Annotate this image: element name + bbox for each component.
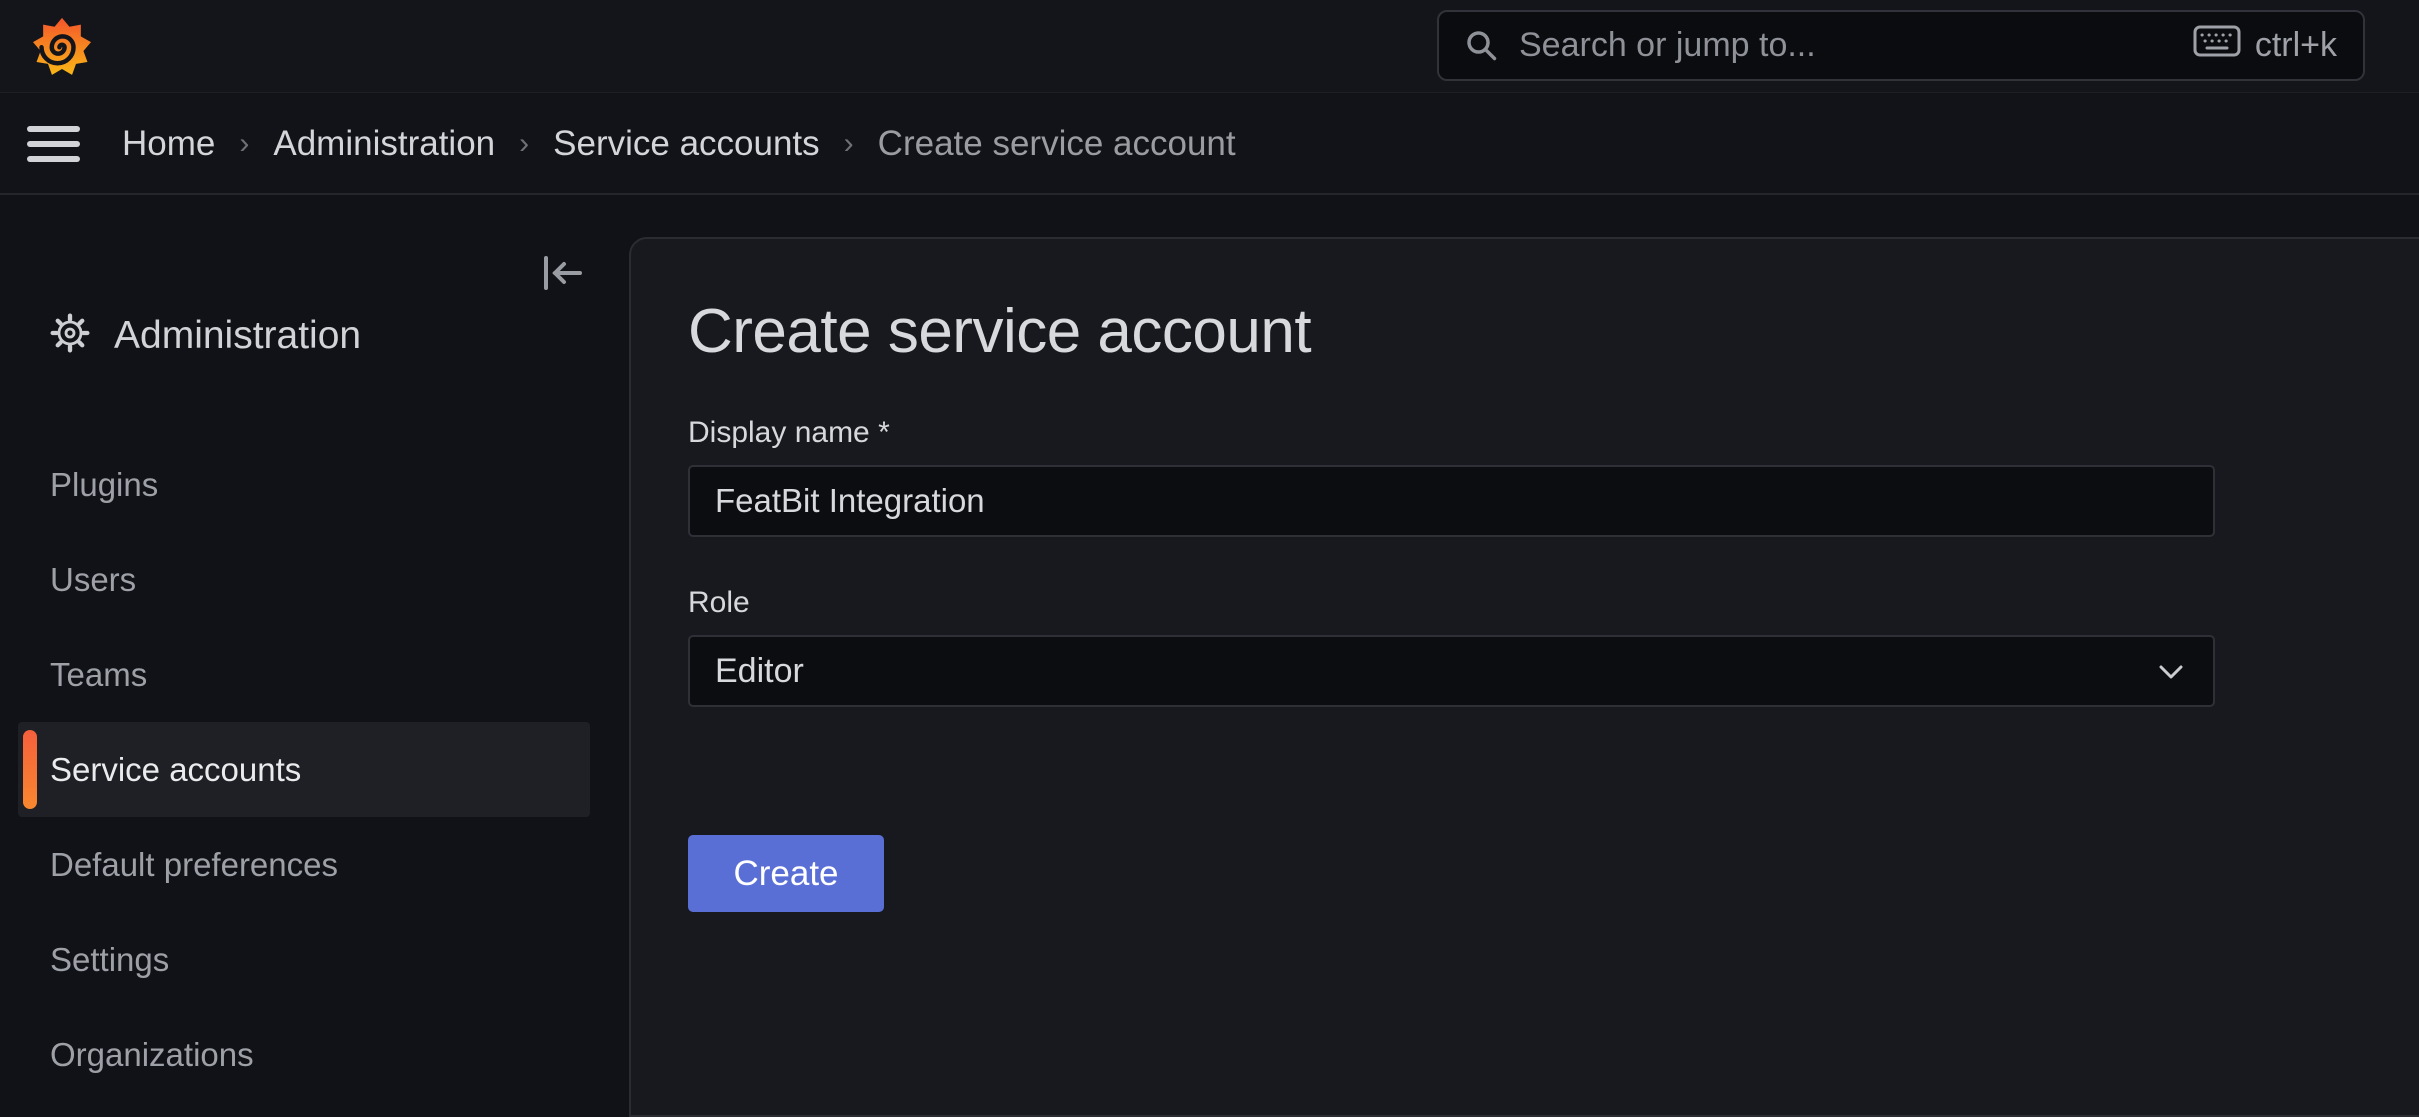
- keyboard-icon: [2193, 22, 2241, 69]
- gear-icon: [50, 313, 90, 358]
- chevron-down-icon: [2157, 652, 2185, 691]
- breadcrumb-service-accounts[interactable]: Service accounts: [553, 124, 820, 163]
- content-panel: Create service account Display name * Ro…: [629, 237, 2419, 1117]
- breadcrumb-separator: ›: [519, 127, 529, 161]
- breadcrumb-separator: ›: [239, 127, 249, 161]
- search-shortcut-label: ctrl+k: [2255, 26, 2337, 65]
- section-nav: Administration Plugins Users Teams Servi…: [0, 197, 629, 1114]
- role-select[interactable]: Editor: [688, 635, 2215, 707]
- sidebar-item-default-preferences[interactable]: Default preferences: [0, 817, 629, 912]
- sidebar-section-administration[interactable]: Administration: [50, 313, 361, 358]
- sidebar-item-plugins[interactable]: Plugins: [0, 437, 629, 532]
- breadcrumb-current-page: Create service account: [878, 124, 1236, 164]
- search-icon: [1465, 29, 1499, 63]
- breadcrumb-home[interactable]: Home: [122, 124, 215, 163]
- page-body: Administration Plugins Users Teams Servi…: [0, 197, 2419, 1114]
- menu-toggle-button[interactable]: [27, 120, 80, 168]
- create-service-account-form: Display name * Role Editor Create: [688, 416, 2215, 912]
- breadcrumb-bar: Home › Administration › Service accounts…: [0, 94, 2419, 195]
- role-select-value: Editor: [715, 652, 804, 691]
- sidebar-nav-list: Plugins Users Teams Service accounts Def…: [0, 437, 629, 1102]
- create-button[interactable]: Create: [688, 835, 884, 912]
- breadcrumb-administration[interactable]: Administration: [273, 124, 495, 163]
- page-title: Create service account: [688, 296, 2419, 367]
- breadcrumb: Home › Administration › Service accounts…: [122, 124, 1236, 164]
- role-label: Role: [688, 586, 2215, 620]
- sidebar-item-service-accounts[interactable]: Service accounts: [18, 722, 590, 817]
- grafana-app: Search or jump to... ctrl+k: [0, 0, 2419, 1114]
- search-input[interactable]: Search or jump to... ctrl+k: [1437, 10, 2365, 81]
- sidebar-section-label: Administration: [114, 314, 361, 358]
- grafana-logo-icon[interactable]: [30, 13, 94, 79]
- top-bar: Search or jump to... ctrl+k: [0, 0, 2419, 93]
- display-name-label: Display name *: [688, 416, 2215, 450]
- search-placeholder: Search or jump to...: [1519, 26, 1816, 65]
- sidebar-item-teams[interactable]: Teams: [0, 627, 629, 722]
- collapse-sidebar-button[interactable]: [541, 253, 585, 296]
- sidebar-item-settings[interactable]: Settings: [0, 912, 629, 1007]
- breadcrumb-separator: ›: [844, 127, 854, 161]
- sidebar-item-users[interactable]: Users: [0, 532, 629, 627]
- display-name-input[interactable]: [688, 465, 2215, 537]
- sidebar-item-organizations[interactable]: Organizations: [0, 1007, 629, 1102]
